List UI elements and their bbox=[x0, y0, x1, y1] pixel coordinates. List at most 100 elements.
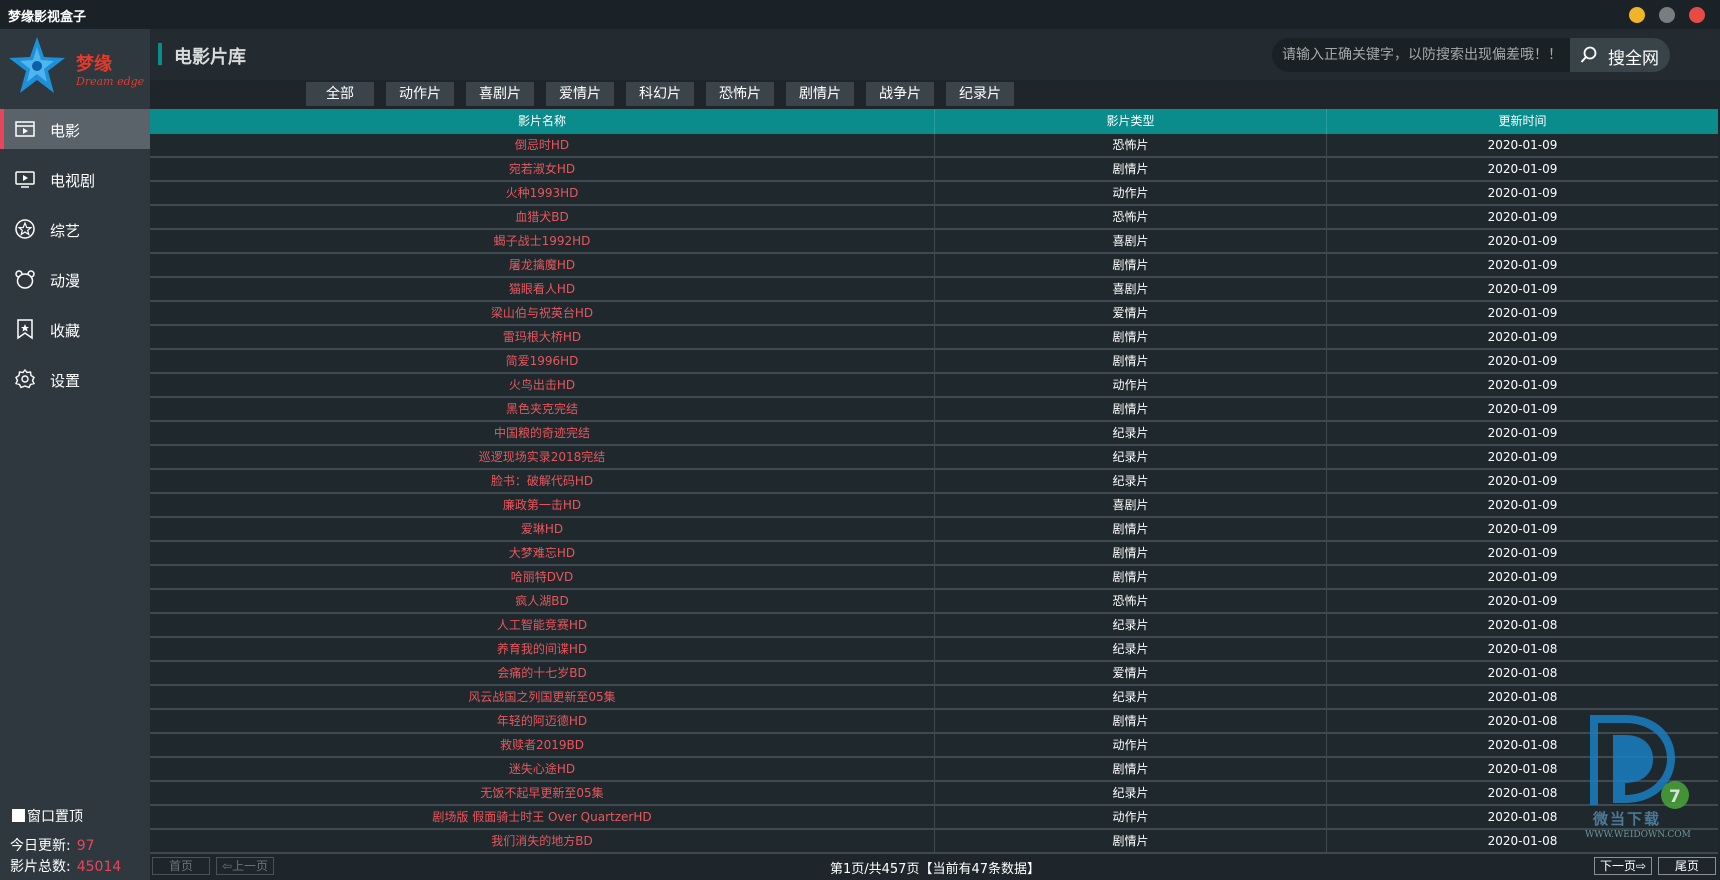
table-row[interactable]: 剧场版 假面骑士时王 Over QuartzerHD 动作片 2020-01-08 bbox=[150, 806, 1718, 830]
movie-updated-cell: 2020-01-09 bbox=[1487, 354, 1558, 368]
movie-title-cell[interactable]: 人工智能竞赛HD bbox=[150, 614, 935, 636]
table-row[interactable]: 倒忌时HD 恐怖片 2020-01-09 bbox=[150, 134, 1718, 158]
column-header-updated[interactable]: 更新时间 bbox=[1327, 109, 1718, 134]
next-page-button[interactable]: 下一页⇨ bbox=[1594, 857, 1652, 875]
table-row[interactable]: 迷失心途HD 剧情片 2020-01-08 bbox=[150, 758, 1718, 782]
table-row[interactable]: 血猎犬BD 恐怖片 2020-01-09 bbox=[150, 206, 1718, 230]
table-row[interactable]: 火鸟出击HD 动作片 2020-01-09 bbox=[150, 374, 1718, 398]
maximize-button[interactable] bbox=[1659, 7, 1675, 23]
today-updates-value: 97 bbox=[76, 838, 95, 854]
movie-title-cell[interactable]: 简爱1996HD bbox=[150, 350, 935, 372]
table-row[interactable]: 雷玛根大桥HD 剧情片 2020-01-09 bbox=[150, 326, 1718, 350]
movie-title-cell[interactable]: 会痛的十七岁BD bbox=[150, 662, 935, 684]
table-row[interactable]: 人工智能竞赛HD 纪录片 2020-01-08 bbox=[150, 614, 1718, 638]
column-header-title[interactable]: 影片名称 bbox=[150, 109, 935, 134]
tab-comedy[interactable]: 喜剧片 bbox=[466, 82, 534, 106]
pin-window-checkbox[interactable]: 窗口置顶 bbox=[12, 806, 83, 826]
table-row[interactable]: 我们消失的地方BD 剧情片 2020-01-08 bbox=[150, 830, 1718, 854]
table-row[interactable]: 哈丽特DVD 剧情片 2020-01-09 bbox=[150, 566, 1718, 590]
tab-drama[interactable]: 剧情片 bbox=[786, 82, 854, 106]
tab-documentary[interactable]: 纪录片 bbox=[946, 82, 1014, 106]
sidebar-item-settings[interactable]: 设置 bbox=[0, 359, 150, 399]
table-row[interactable]: 蝎子战士1992HD 喜剧片 2020-01-09 bbox=[150, 230, 1718, 254]
movie-title-cell[interactable]: 梁山伯与祝英台HD bbox=[150, 302, 935, 324]
sidebar-item-variety[interactable]: 综艺 bbox=[0, 209, 150, 249]
movie-title-cell[interactable]: 屠龙擒魔HD bbox=[150, 254, 935, 276]
table-row[interactable]: 中国粮的奇迹完结 纪录片 2020-01-09 bbox=[150, 422, 1718, 446]
movie-title-cell[interactable]: 剧场版 假面骑士时王 Over QuartzerHD bbox=[150, 806, 935, 828]
last-page-button[interactable]: 尾页 bbox=[1658, 857, 1716, 875]
movie-updated-cell: 2020-01-08 bbox=[1487, 666, 1558, 680]
tab-horror[interactable]: 恐怖片 bbox=[706, 82, 774, 106]
movie-title-cell[interactable]: 年轻的阿迈德HD bbox=[150, 710, 935, 732]
tab-all[interactable]: 全部 bbox=[306, 82, 374, 106]
table-row[interactable]: 梁山伯与祝英台HD 爱情片 2020-01-09 bbox=[150, 302, 1718, 326]
movie-title-cell[interactable]: 火鸟出击HD bbox=[150, 374, 935, 396]
movie-title-cell[interactable]: 蝎子战士1992HD bbox=[150, 230, 935, 252]
tab-action[interactable]: 动作片 bbox=[386, 82, 454, 106]
movie-title-cell[interactable]: 火种1993HD bbox=[150, 182, 935, 204]
gear-icon bbox=[14, 368, 36, 389]
table-row[interactable]: 黑色夹克完结 剧情片 2020-01-09 bbox=[150, 398, 1718, 422]
search-input[interactable] bbox=[1272, 38, 1562, 72]
movie-title-cell[interactable]: 救赎者2019BD bbox=[150, 734, 935, 756]
movie-title-cell[interactable]: 巡逻现场实录2018完结 bbox=[150, 446, 935, 468]
table-row[interactable]: 屠龙擒魔HD 剧情片 2020-01-09 bbox=[150, 254, 1718, 278]
movie-title-cell[interactable]: 血猎犬BD bbox=[150, 206, 935, 228]
column-header-type[interactable]: 影片类型 bbox=[935, 109, 1327, 134]
table-row[interactable]: 简爱1996HD 剧情片 2020-01-09 bbox=[150, 350, 1718, 374]
table-row[interactable]: 救赎者2019BD 动作片 2020-01-08 bbox=[150, 734, 1718, 758]
movie-title-cell[interactable]: 爱琳HD bbox=[150, 518, 935, 540]
bear-icon bbox=[15, 270, 35, 289]
table-row[interactable]: 养育我的间谍HD 纪录片 2020-01-08 bbox=[150, 638, 1718, 662]
table-row[interactable]: 猫眼看人HD 喜剧片 2020-01-09 bbox=[150, 278, 1718, 302]
movie-title-cell[interactable]: 养育我的间谍HD bbox=[150, 638, 935, 660]
checkbox-box[interactable] bbox=[12, 809, 25, 822]
movie-title-cell[interactable]: 脸书：破解代码HD bbox=[150, 470, 935, 492]
tab-romance[interactable]: 爱情片 bbox=[546, 82, 614, 106]
movie-title-cell[interactable]: 雷玛根大桥HD bbox=[150, 326, 935, 348]
movie-title-cell[interactable]: 大梦难忘HD bbox=[150, 542, 935, 564]
movie-title-cell[interactable]: 宛若淑女HD bbox=[150, 158, 935, 180]
table-row[interactable]: 疯人湖BD 恐怖片 2020-01-09 bbox=[150, 590, 1718, 614]
table-row[interactable]: 宛若淑女HD 剧情片 2020-01-09 bbox=[150, 158, 1718, 182]
table-row[interactable]: 爱琳HD 剧情片 2020-01-09 bbox=[150, 518, 1718, 542]
movie-title-cell[interactable]: 倒忌时HD bbox=[150, 134, 935, 156]
table-row[interactable]: 无饭不起早更新至05集 纪录片 2020-01-08 bbox=[150, 782, 1718, 806]
table-row[interactable]: 大梦难忘HD 剧情片 2020-01-09 bbox=[150, 542, 1718, 566]
sidebar-item-favorites[interactable]: 收藏 bbox=[0, 309, 150, 349]
table-row[interactable]: 会痛的十七岁BD 爱情片 2020-01-08 bbox=[150, 662, 1718, 686]
bookmark-star-icon bbox=[17, 319, 33, 340]
table-row[interactable]: 火种1993HD 动作片 2020-01-09 bbox=[150, 182, 1718, 206]
movie-title-cell[interactable]: 猫眼看人HD bbox=[150, 278, 935, 300]
tab-scifi[interactable]: 科幻片 bbox=[626, 82, 694, 106]
movie-title-cell[interactable]: 黑色夹克完结 bbox=[150, 398, 935, 420]
movie-title-cell[interactable]: 迷失心途HD bbox=[150, 758, 935, 780]
movie-title-cell[interactable]: 疯人湖BD bbox=[150, 590, 935, 612]
movie-title-cell[interactable]: 廉政第一击HD bbox=[150, 494, 935, 516]
table-row[interactable]: 年轻的阿迈德HD 剧情片 2020-01-08 bbox=[150, 710, 1718, 734]
movie-type-cell: 恐怖片 bbox=[935, 134, 1327, 156]
movie-type-cell: 动作片 bbox=[935, 182, 1327, 204]
movie-updated-cell: 2020-01-09 bbox=[1487, 210, 1558, 224]
movie-type-cell: 剧情片 bbox=[935, 710, 1327, 732]
movie-title-cell[interactable]: 风云战国之列国更新至05集 bbox=[150, 686, 935, 708]
movie-title-cell[interactable]: 哈丽特DVD bbox=[150, 566, 935, 588]
main-panel: 电影片库 搜全网 全部 动作片 喜剧片 爱情片 科幻片 恐怖片 剧情片 战争片 … bbox=[150, 29, 1720, 880]
movie-updated-cell: 2020-01-09 bbox=[1487, 234, 1558, 248]
movie-title-cell[interactable]: 中国粮的奇迹完结 bbox=[150, 422, 935, 444]
search-all-button[interactable]: 搜全网 bbox=[1570, 38, 1670, 72]
movie-type-cell: 剧情片 bbox=[935, 326, 1327, 348]
table-row[interactable]: 风云战国之列国更新至05集 纪录片 2020-01-08 bbox=[150, 686, 1718, 710]
sidebar-item-movies[interactable]: 电影 bbox=[0, 109, 150, 149]
sidebar-item-tv[interactable]: 电视剧 bbox=[0, 159, 150, 199]
table-row[interactable]: 巡逻现场实录2018完结 纪录片 2020-01-09 bbox=[150, 446, 1718, 470]
tab-war[interactable]: 战争片 bbox=[866, 82, 934, 106]
sidebar-item-anime[interactable]: 动漫 bbox=[0, 259, 150, 299]
movie-title-cell[interactable]: 我们消失的地方BD bbox=[150, 830, 935, 852]
movie-title-cell[interactable]: 无饭不起早更新至05集 bbox=[150, 782, 935, 804]
minimize-button[interactable] bbox=[1629, 7, 1645, 23]
table-row[interactable]: 廉政第一击HD 喜剧片 2020-01-09 bbox=[150, 494, 1718, 518]
table-row[interactable]: 脸书：破解代码HD 纪录片 2020-01-09 bbox=[150, 470, 1718, 494]
close-button[interactable] bbox=[1689, 7, 1705, 23]
